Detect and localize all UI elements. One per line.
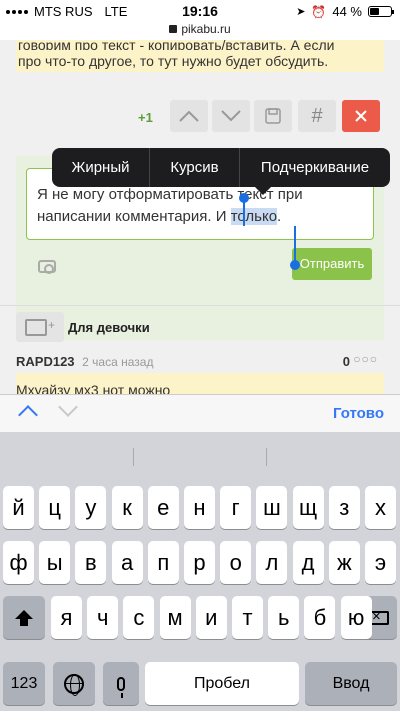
key-и[interactable]: и [195, 596, 227, 639]
key-т[interactable]: т [232, 596, 263, 639]
key-у[interactable]: у [75, 486, 107, 529]
selection-start-handle[interactable] [239, 193, 249, 226]
more-options-icon[interactable]: ○○○ [353, 352, 378, 366]
shift-key[interactable] [3, 596, 45, 639]
key-й[interactable]: й [3, 486, 34, 529]
key-г[interactable]: г [220, 486, 252, 529]
page-content: говорим про текст - копировать/вставить.… [0, 40, 400, 394]
next-field-icon[interactable] [58, 397, 78, 417]
comment-text: Мхуайзу мх3 нот можно [16, 373, 384, 394]
menu-item-bold[interactable]: Жирный [52, 148, 150, 187]
battery-icon [368, 6, 394, 17]
comment-time: 2 часа назад [82, 355, 154, 369]
suggestion-bar [0, 432, 400, 476]
reply-label: Для девочки [68, 320, 150, 335]
globe-key[interactable] [53, 662, 95, 705]
key-з[interactable]: з [328, 486, 360, 529]
mic-icon [117, 676, 125, 698]
reply-row: Для девочки [16, 312, 384, 346]
key-ш[interactable]: ш [256, 486, 288, 529]
key-э[interactable]: э [365, 541, 396, 584]
key-ч[interactable]: ч [87, 596, 119, 639]
key-н[interactable]: н [184, 486, 215, 529]
key-х[interactable]: х [365, 486, 396, 529]
key-с[interactable]: с [123, 596, 155, 639]
return-key[interactable]: Ввод [305, 662, 397, 705]
key-ы[interactable]: ы [39, 541, 71, 584]
hash-icon: # [311, 104, 323, 127]
comment-icon[interactable] [16, 312, 64, 342]
backspace-icon [360, 608, 389, 625]
selection-end-handle[interactable] [290, 226, 300, 270]
prev-field-icon[interactable] [18, 405, 38, 425]
comment-toolbar: +1 # [0, 100, 400, 136]
globe-icon [64, 673, 84, 696]
numbers-key[interactable]: 123 [3, 662, 45, 705]
divider [0, 305, 400, 306]
keyboard: 123 Пробел Ввод йцукенгшщзх фывапролджэ яч… [0, 432, 400, 711]
editor-line-2-after: . [277, 208, 282, 225]
battery-percent: 44 % [332, 4, 362, 19]
key-л[interactable]: л [256, 541, 288, 584]
comment-author[interactable]: RAPD123 [16, 354, 75, 369]
upvote-button[interactable] [170, 100, 208, 132]
send-button[interactable]: Отправить [292, 248, 372, 280]
menu-item-italic[interactable]: Курсив [150, 148, 240, 187]
key-б[interactable]: б [304, 596, 336, 639]
key-я[interactable]: я [51, 596, 82, 639]
close-icon [355, 110, 367, 122]
hash-button[interactable]: # [298, 100, 336, 132]
alarm-icon: ⏰ [311, 4, 327, 19]
selected-text: только [230, 208, 278, 225]
key-е[interactable]: е [147, 486, 179, 529]
key-щ[interactable]: щ [292, 486, 324, 529]
status-right: ➤ ⏰ 44 % [296, 4, 394, 19]
key-м[interactable]: м [159, 596, 191, 639]
shift-icon [15, 610, 33, 626]
save-icon [265, 108, 281, 124]
key-р[interactable]: р [184, 541, 215, 584]
key-п[interactable]: п [147, 541, 179, 584]
post-quote: говорим про текст - копировать/вставить.… [16, 40, 384, 72]
key-ь[interactable]: ь [268, 596, 300, 639]
format-context-menu: Жирный Курсив Подчеркивание [52, 148, 390, 195]
status-bar: MTS RUS LTE 19:16 ➤ ⏰ 44 % [0, 0, 400, 22]
arrow-down-icon [221, 110, 241, 122]
key-о[interactable]: о [220, 541, 252, 584]
key-а[interactable]: а [111, 541, 143, 584]
done-button[interactable]: Готово [333, 405, 384, 422]
close-button[interactable] [342, 100, 380, 132]
dictation-key[interactable] [103, 662, 139, 705]
key-в[interactable]: в [75, 541, 107, 584]
arrow-up-icon [179, 110, 199, 122]
quote-line-1: говорим про текст - копировать/вставить.… [18, 40, 335, 50]
save-button[interactable] [254, 100, 292, 132]
key-ф[interactable]: ф [3, 541, 34, 584]
address-bar[interactable]: pikabu.ru [0, 22, 400, 40]
input-accessory-bar: Готово [0, 394, 400, 432]
key-д[interactable]: д [292, 541, 324, 584]
quote-line-2: про что-то другое, то тут нужно будет об… [18, 53, 329, 69]
editor-line-2-before: написании комментария. И [37, 208, 231, 225]
lock-icon [169, 25, 178, 33]
key-ю[interactable]: ю [340, 596, 372, 639]
menu-item-underline[interactable]: Подчеркивание [240, 148, 390, 187]
comment-header: RAPD123 2 часа назад 0 ○○○ [16, 352, 384, 374]
url-domain: pikabu.ru [181, 22, 231, 36]
key-ц[interactable]: ц [39, 486, 71, 529]
key-к[interactable]: к [111, 486, 143, 529]
camera-icon[interactable] [38, 260, 56, 274]
location-icon: ➤ [296, 6, 306, 18]
comment-body: Мхуайзу мх3 нот можно [16, 382, 171, 394]
space-key[interactable]: Пробел [145, 662, 299, 705]
key-ж[interactable]: ж [328, 541, 360, 584]
vote-count: +1 [138, 110, 153, 125]
comment-score: 0 [342, 354, 350, 369]
downvote-button[interactable] [212, 100, 250, 132]
